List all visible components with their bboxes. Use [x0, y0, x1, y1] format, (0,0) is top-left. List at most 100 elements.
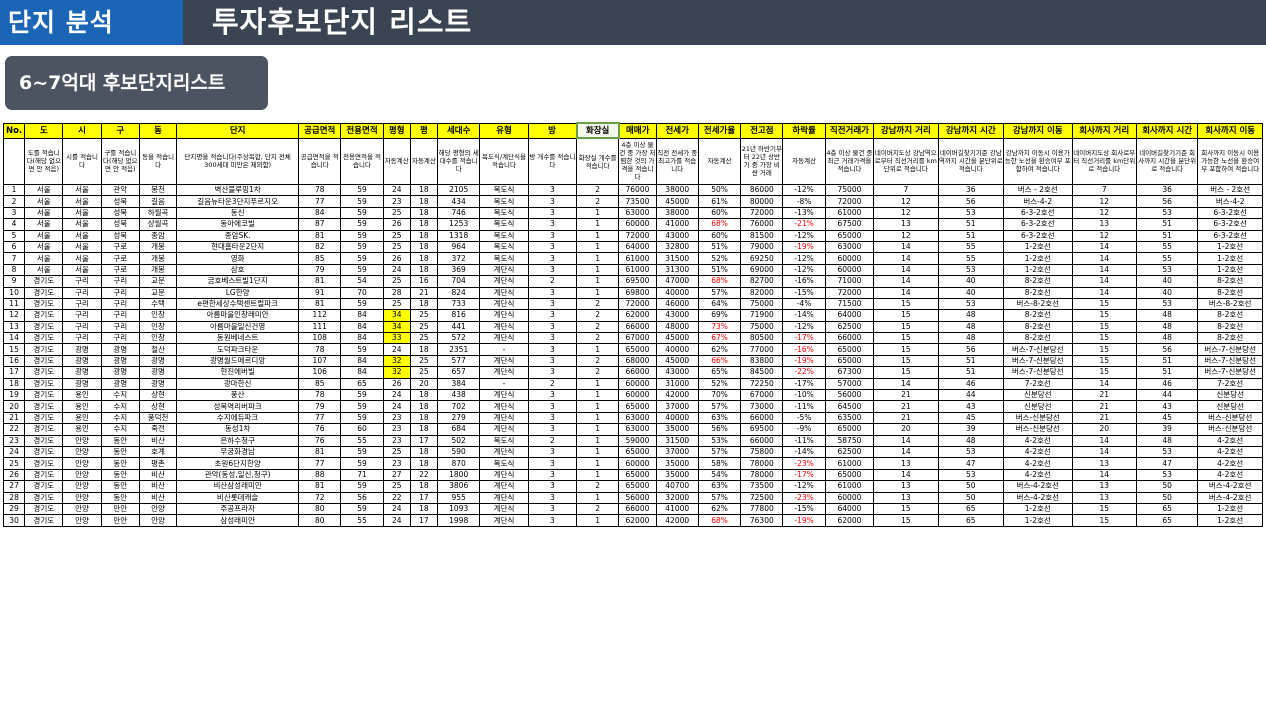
table-cell: 53 — [1135, 297, 1199, 311]
column-header: 공급면적 — [298, 122, 342, 139]
table-cell: 66000 — [740, 411, 784, 425]
table-cell: 24 — [382, 343, 411, 356]
table-cell: 경기도 — [24, 389, 64, 402]
table-cell: 50 — [937, 480, 1005, 493]
table-cell: -4% — [782, 297, 826, 311]
table-cell: 34 — [382, 320, 411, 334]
table-cell: 2 — [576, 297, 620, 311]
table-cell: 버스-7-신분당선 — [1197, 354, 1263, 368]
table-cell: 서울 — [24, 252, 64, 265]
table-cell: 78 — [298, 389, 342, 402]
table-cell: 6 — [2, 240, 26, 254]
table-cell: 구리 — [100, 309, 140, 322]
table-cell: 25 — [382, 240, 411, 254]
table-cell: 31000 — [655, 377, 699, 391]
table-cell: 82000 — [740, 286, 784, 299]
table-cell: 15 — [873, 297, 939, 311]
table-cell: 87 — [298, 218, 342, 231]
table-cell: 비산삼성래미안 — [176, 480, 300, 493]
table-cell: 54% — [697, 468, 742, 482]
table-cell: 14 — [873, 252, 939, 265]
table-cell: 길음뉴타운3단지푸르지오 — [176, 195, 300, 208]
table-cell: 59 — [340, 502, 384, 516]
table-cell: 66% — [697, 354, 742, 368]
table-cell: 46000 — [655, 297, 699, 311]
table-cell: 아름마을일신건영 — [176, 320, 300, 334]
table-cell: 인창 — [138, 309, 178, 322]
table-cell: 56 — [1135, 195, 1199, 208]
table-cell: 25 — [409, 332, 439, 345]
table-cell: 신분당선 — [1197, 389, 1263, 402]
table-cell: 72000 — [618, 297, 657, 311]
column-description: 도를 적습니다(해당 없으면 안 적음) — [24, 137, 64, 185]
table-cell: 버스 - 2호선 — [1197, 183, 1263, 197]
table-cell: 3 — [527, 252, 578, 265]
table-cell: 57% — [697, 445, 742, 459]
description-row: 도를 적습니다(해당 없으면 안 적음) 시를 적습니다 구를 적습니다(해당 없으… — [2, 137, 1263, 185]
table-cell: 23 — [382, 423, 411, 436]
table-cell: 48 — [937, 309, 1005, 322]
table-cell: 구리 — [62, 275, 102, 288]
table-cell: 65 — [937, 502, 1005, 516]
table-cell: 21 — [1071, 400, 1137, 413]
table-cell: 3 — [2, 206, 26, 220]
table-cell: 13 — [2, 320, 26, 334]
table-cell: 27 — [2, 480, 26, 493]
table-cell: 계단식 — [479, 389, 529, 402]
table-cell: 56% — [697, 423, 742, 436]
table-cell: 48 — [937, 332, 1005, 345]
table-cell: 3 — [527, 502, 578, 516]
table-cell: 45 — [937, 411, 1005, 425]
table-cell: 교문 — [138, 286, 178, 299]
table-cell: 서울 — [24, 263, 64, 277]
table-cell: 3 — [527, 309, 578, 322]
table-cell: 63000 — [618, 206, 657, 220]
table-cell: 구로 — [100, 252, 140, 265]
table-cell: 버스-4-2호선 — [1003, 491, 1073, 504]
column-header: 강남까지 이동 — [1003, 122, 1073, 139]
table-cell: -13% — [782, 206, 826, 220]
table-cell: 12 — [873, 229, 939, 242]
table-cell: 안양 — [62, 434, 102, 448]
column-header: 회사까지 거리 — [1071, 122, 1137, 139]
table-cell: 59 — [340, 263, 384, 277]
table-cell: 56000 — [824, 389, 875, 402]
table-cell: 구리 — [100, 286, 140, 299]
table-cell: 죽전 — [138, 423, 178, 436]
table-cell: 52% — [697, 377, 742, 391]
table-cell: 18 — [409, 218, 439, 231]
table-cell: 17 — [409, 514, 439, 527]
column-header: 화장실 — [575, 122, 620, 139]
table-cell: 64% — [697, 297, 742, 311]
table-cell: 64000 — [824, 309, 875, 322]
table-cell: 53 — [937, 206, 1005, 220]
table-cell: 복도식 — [479, 195, 529, 208]
table-cell: 14 — [1071, 275, 1137, 288]
table-cell: 복도식 — [479, 206, 529, 220]
table-cell: 동안 — [100, 480, 140, 493]
table-cell: 3 — [527, 400, 578, 413]
table-cell: 65000 — [618, 468, 657, 482]
table-cell: 8-2호선 — [1003, 286, 1073, 299]
table-cell: 25 — [2, 457, 26, 470]
table-row: 27 경기도 안양 동안 비산 비산삼성래미안 81 59 25 18 3806 계단식 3 2 65000… — [2, 480, 1263, 493]
table-cell: 20 — [2, 400, 26, 413]
table-cell: 계단식 — [479, 468, 529, 482]
table-cell: 버스-7-신분당선 — [1197, 366, 1263, 379]
table-cell: 66000 — [618, 366, 657, 379]
table-cell: 무궁화경남 — [176, 445, 300, 459]
table-cell: 삼성래미안 — [176, 514, 300, 527]
table-cell: 호계 — [138, 445, 178, 459]
table-cell: 20 — [409, 377, 439, 391]
table-cell: 비산롯데캐슬 — [176, 491, 300, 504]
table-cell: 4-2호선 — [1003, 468, 1073, 482]
table-cell: 65 — [340, 377, 384, 391]
column-description: 공급면적을 적습니다 — [298, 137, 342, 185]
table-cell: 40 — [1135, 275, 1199, 288]
table-cell: 441 — [437, 320, 481, 334]
table-cell: 59 — [340, 195, 384, 208]
table-cell: 계단식 — [479, 297, 529, 311]
table-cell: 14 — [873, 263, 939, 277]
table-cell: -23% — [782, 491, 826, 504]
table-cell: 76300 — [740, 514, 784, 527]
